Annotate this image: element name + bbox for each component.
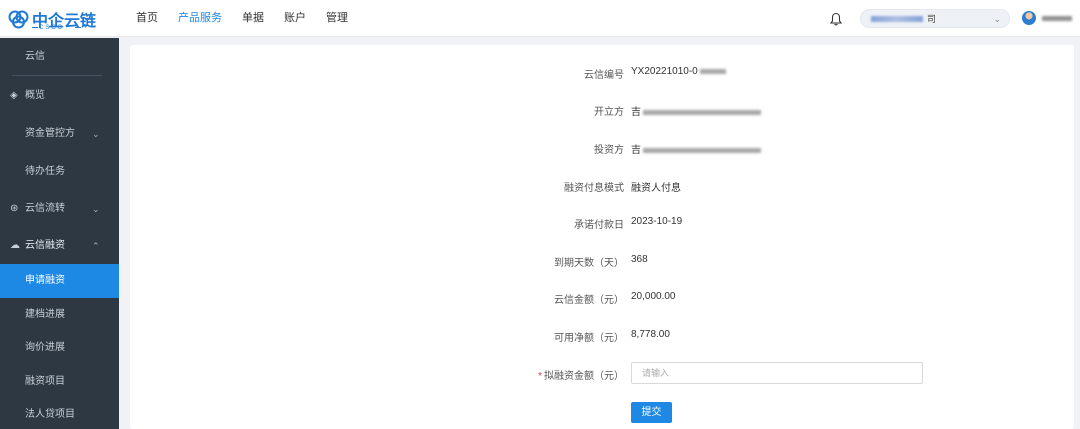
field-label: 开立方 xyxy=(594,107,624,118)
logo-left-rule xyxy=(32,27,38,28)
cloud-icon: ☁ xyxy=(10,240,20,251)
row-interest-mode: 融资付息模式 融资人付息 xyxy=(130,176,1074,196)
sidebar-item-apply-financing[interactable]: 申请融资 xyxy=(0,264,119,298)
main-nav: 首页 产品服务 单据 账户 管理 xyxy=(136,0,368,37)
transfer-icon: ⊛ xyxy=(10,203,19,214)
nav-account[interactable]: 账户 xyxy=(284,0,306,37)
field-label: 可用净额（元） xyxy=(554,333,624,344)
field-label: * 拟融资金额（元） xyxy=(538,367,624,382)
org-name-redacted xyxy=(871,16,923,22)
chevron-up-icon: ⌃ xyxy=(92,241,100,251)
cloud-chain-logo-icon xyxy=(8,10,29,29)
sidebar-item-label: 概览 xyxy=(25,90,45,101)
chevron-down-icon: ⌄ xyxy=(993,14,1001,24)
issuer-value: 吉 xyxy=(631,103,761,118)
org-suffix: 司 xyxy=(927,14,937,24)
sidebar-item-label: 融资项目 xyxy=(25,376,65,387)
top-bar: 中企云链 CSCC 首页 产品服务 单据 账户 管理 司 ⌄ xyxy=(0,0,1080,37)
days-value: 368 xyxy=(631,254,648,265)
due-date-value: 2023-10-19 xyxy=(631,216,683,227)
sidebar-item-label: 资金管控方 xyxy=(25,128,75,139)
field-label: 承诺付款日 xyxy=(574,220,624,231)
nav-products[interactable]: 产品服务 xyxy=(178,0,222,37)
brand-logo[interactable]: 中企云链 CSCC xyxy=(8,6,96,32)
sidebar-item-inquiry-progress[interactable]: 询价进展 xyxy=(0,331,119,365)
issuer-text: 吉 xyxy=(631,107,641,118)
sidebar-item-filing-progress[interactable]: 建档进展 xyxy=(0,298,119,332)
field-label: 到期天数（天） xyxy=(554,258,624,269)
sidebar-item-corporate-loan[interactable]: 法人贷项目 xyxy=(0,398,119,429)
sidebar-item-label: 云信 xyxy=(25,51,45,62)
sidebar-item-yunxin[interactable]: 云信 xyxy=(0,40,119,74)
bell-icon[interactable] xyxy=(830,12,842,26)
nav-home[interactable]: 首页 xyxy=(136,0,158,37)
investor-text: 吉 xyxy=(631,145,641,156)
nav-manage[interactable]: 管理 xyxy=(326,0,348,37)
chevron-down-icon: ⌄ xyxy=(92,204,100,214)
field-label: 云信金额（元） xyxy=(554,295,624,306)
amount-value: 20,000.00 xyxy=(631,291,676,302)
row-finance-amount: * 拟融资金额（元） xyxy=(130,364,1074,384)
interest-mode-value: 融资人付息 xyxy=(631,183,681,194)
avatar[interactable] xyxy=(1022,11,1036,25)
brand-sub: CSCC xyxy=(39,25,65,31)
row-issuer: 开立方 吉 xyxy=(130,100,1074,120)
sidebar-item-label: 云信融资 xyxy=(25,240,65,251)
row-due-date: 承诺付款日 2023-10-19 xyxy=(130,213,1074,233)
required-mark: * xyxy=(538,371,542,382)
finance-amount-input[interactable] xyxy=(632,363,922,383)
net-value: 8,778.00 xyxy=(631,329,670,340)
sidebar-item-financing-projects[interactable]: 融资项目 xyxy=(0,365,119,399)
user-name-redacted[interactable] xyxy=(1042,16,1072,21)
sidebar-item-label: 询价进展 xyxy=(25,342,65,353)
sidebar-item-fund-control[interactable]: 资金管控方 ⌄ xyxy=(0,117,119,151)
chevron-down-icon: ⌄ xyxy=(92,129,100,139)
financing-form-panel: 云信编号 YX20221010-0 开立方 吉 投资方 吉 融资付息模式 融资人… xyxy=(130,45,1074,429)
sidebar-item-financing[interactable]: ☁ 云信融资 ⌃ xyxy=(0,229,119,263)
sidebar-item-label: 云信流转 xyxy=(25,203,65,214)
sidebar-item-transfer[interactable]: ⊛ 云信流转 ⌄ xyxy=(0,192,119,226)
logo-right-rule xyxy=(75,27,81,28)
row-investor: 投资方 吉 xyxy=(130,138,1074,158)
field-label: 云信编号 xyxy=(584,70,624,81)
sidebar-item-label: 待办任务 xyxy=(25,166,65,177)
yunxin-no-text: YX20221010-0 xyxy=(631,66,698,77)
redacted-text xyxy=(643,109,761,115)
finance-amount-label: 拟融资金额（元） xyxy=(544,371,624,382)
sidebar: 云信 ◈ 概览 资金管控方 ⌄ 待办任务 ⊛ 云信流转 ⌄ ☁ 云信融资 ⌃ 申… xyxy=(0,38,119,429)
sidebar-item-label: 申请融资 xyxy=(25,275,65,286)
sidebar-item-label: 法人贷项目 xyxy=(25,409,75,420)
nav-documents[interactable]: 单据 xyxy=(242,0,264,37)
row-net: 可用净额（元） 8,778.00 xyxy=(130,326,1074,346)
field-label: 投资方 xyxy=(594,145,624,156)
investor-value: 吉 xyxy=(631,141,761,156)
org-select[interactable]: 司 ⌄ xyxy=(860,9,1010,28)
layers-icon: ◈ xyxy=(10,90,18,101)
sidebar-item-label: 建档进展 xyxy=(25,309,65,320)
row-amount: 云信金额（元） 20,000.00 xyxy=(130,288,1074,308)
sidebar-item-overview[interactable]: ◈ 概览 xyxy=(0,79,119,113)
yunxin-no-value: YX20221010-0 xyxy=(631,66,726,77)
row-days: 到期天数（天） 368 xyxy=(130,251,1074,271)
sidebar-item-todo[interactable]: 待办任务 xyxy=(0,155,119,189)
row-yunxin-no: 云信编号 YX20221010-0 xyxy=(130,63,1074,83)
sidebar-divider xyxy=(12,75,102,76)
redacted-text xyxy=(643,147,761,153)
redacted-text xyxy=(699,68,726,74)
finance-amount-field[interactable] xyxy=(631,362,923,384)
field-label: 融资付息模式 xyxy=(564,183,624,194)
submit-button[interactable]: 提交 xyxy=(631,402,672,423)
